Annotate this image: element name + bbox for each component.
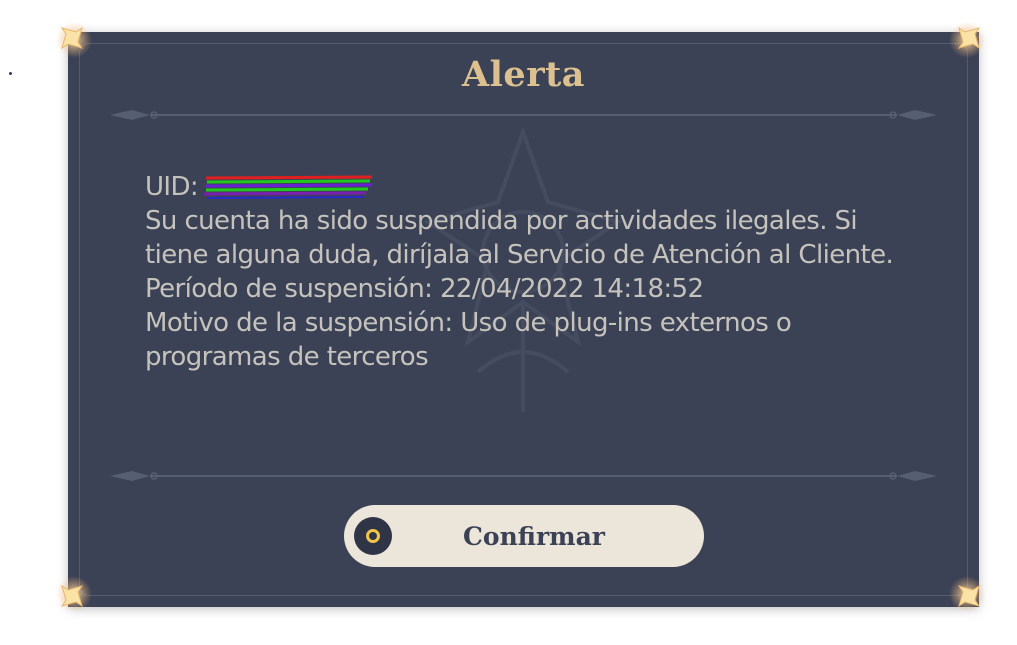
dialog-message: UID: Su cuenta ha sido suspendida por ac… (145, 170, 905, 374)
sparkle-corner-icon (949, 576, 985, 612)
confirm-button-label: Confirmar (463, 521, 605, 551)
suspension-period: Período de suspensión: 22/04/2022 14:18:… (145, 274, 704, 304)
stray-dot (9, 72, 12, 75)
suspension-message: Su cuenta ha sido suspendida por activid… (145, 206, 894, 270)
ornament-divider-top (110, 110, 937, 120)
dialog-title: Alerta (461, 54, 585, 95)
suspension-reason: Motivo de la suspensión: Uso de plug-ins… (145, 308, 792, 372)
uid-label: UID: (145, 172, 199, 202)
confirm-button[interactable]: Confirmar (344, 505, 704, 567)
alert-dialog: Alerta UID: Su cuenta ha sido suspendida… (68, 32, 979, 607)
screen: Alerta UID: Su cuenta ha sido suspendida… (0, 0, 1017, 645)
sparkle-corner-icon (56, 22, 92, 58)
sparkle-corner-icon (949, 22, 985, 58)
sparkle-corner-icon (56, 576, 92, 612)
uid-redaction-marks (204, 174, 374, 200)
ornament-divider-bottom (110, 471, 937, 481)
